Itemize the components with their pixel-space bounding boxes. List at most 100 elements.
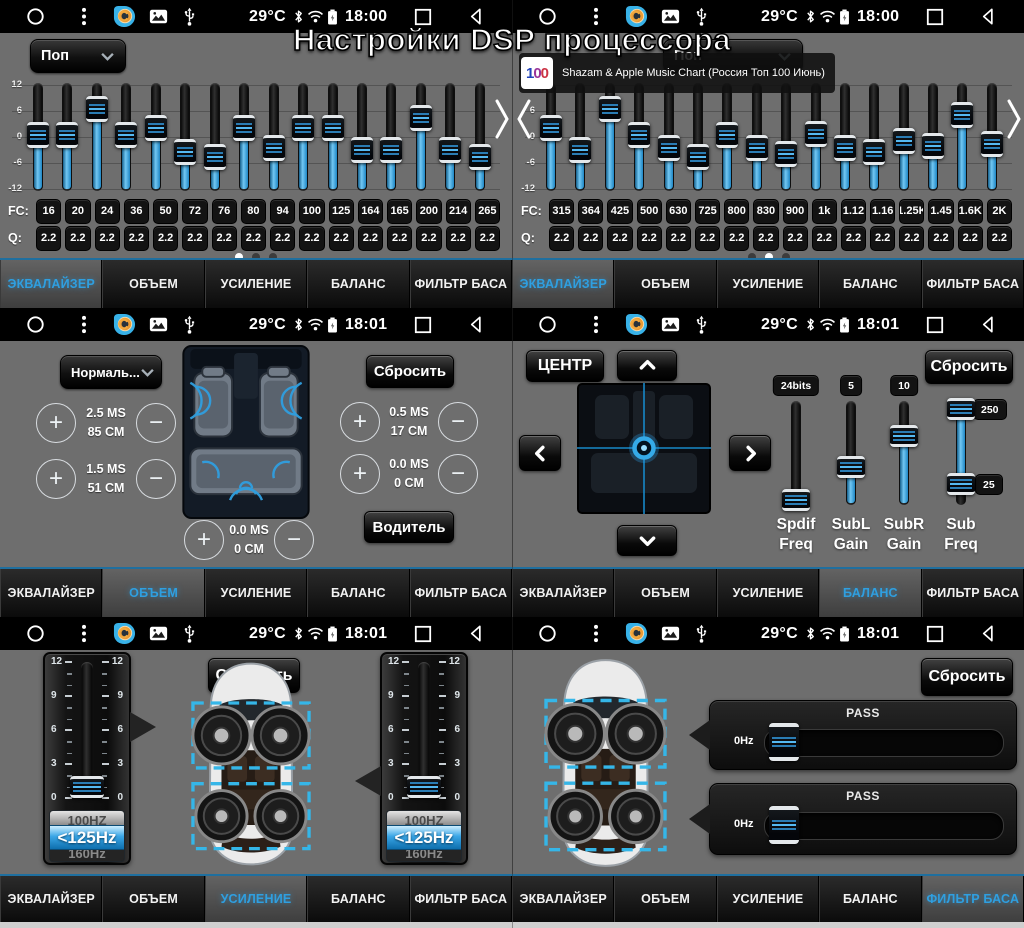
tab-bass-filter[interactable]: ФИЛЬТР БАСА — [922, 569, 1024, 617]
eq-band-handle[interactable] — [322, 115, 344, 141]
eq-band-handle[interactable] — [233, 115, 255, 141]
decrease-delay-button[interactable]: − — [438, 454, 478, 494]
eq-band-slider[interactable] — [26, 81, 50, 193]
menu-dots-button[interactable] — [81, 624, 87, 643]
app-logo-icon[interactable] — [113, 622, 136, 645]
menu-dots-button[interactable] — [81, 7, 87, 26]
filter-frequency-track[interactable] — [764, 812, 1004, 840]
eq-band-slider[interactable] — [55, 81, 79, 193]
eq-band-handle[interactable] — [569, 137, 591, 163]
eq-band-slider[interactable] — [950, 81, 974, 193]
tab-gain[interactable]: УСИЛЕНИЕ — [717, 260, 819, 308]
tab-equalizer[interactable]: ЭКВАЛАЙЗЕР — [512, 260, 614, 308]
tab-balance[interactable]: БАЛАНС — [819, 260, 921, 308]
back-button[interactable] — [979, 315, 998, 334]
fader-up-button[interactable] — [617, 350, 677, 381]
eq-band-handle[interactable] — [439, 137, 461, 163]
filter-frequency-handle[interactable] — [769, 806, 799, 844]
eq-band-slider[interactable] — [321, 81, 345, 193]
balance-position-map[interactable] — [577, 383, 711, 514]
tab-gain[interactable]: УСИЛЕНИЕ — [205, 260, 307, 308]
eq-band-slider[interactable] — [745, 81, 769, 193]
eq-band-handle[interactable] — [805, 121, 827, 147]
eq-band-handle[interactable] — [174, 139, 196, 165]
back-button[interactable] — [979, 7, 998, 26]
slider-handle[interactable] — [837, 456, 865, 478]
back-button[interactable] — [467, 7, 486, 26]
car-speaker-map[interactable] — [543, 656, 668, 870]
tab-balance[interactable]: БАЛАНС — [307, 260, 409, 308]
home-circle-button[interactable] — [26, 624, 45, 643]
recent-apps-button[interactable] — [926, 625, 944, 643]
tab-volume[interactable]: ОБЪЕМ — [102, 260, 204, 308]
eq-band-slider[interactable] — [291, 81, 315, 193]
reset-button[interactable]: Сбросить — [366, 355, 454, 388]
tab-equalizer[interactable]: ЭКВАЛАЙЗЕР — [512, 876, 614, 922]
increase-delay-button[interactable]: + — [184, 520, 224, 560]
home-circle-button[interactable] — [538, 7, 557, 26]
home-circle-button[interactable] — [26, 315, 45, 334]
preset-dropdown[interactable]: Поп — [30, 39, 126, 73]
tab-equalizer[interactable]: ЭКВАЛАЙЗЕР — [512, 569, 614, 617]
eq-band-slider[interactable] — [468, 81, 492, 193]
eq-band-slider[interactable] — [539, 81, 563, 193]
recent-apps-button[interactable] — [414, 625, 432, 643]
app-logo-icon[interactable] — [113, 5, 136, 28]
balance-left-button[interactable] — [519, 435, 561, 471]
eq-band-slider[interactable] — [438, 81, 462, 193]
increase-delay-button[interactable]: + — [36, 403, 76, 443]
app-logo-icon[interactable] — [625, 313, 648, 336]
tab-balance[interactable]: БАЛАНС — [819, 876, 921, 922]
filter-frequency-handle[interactable] — [769, 723, 799, 761]
app-logo-icon[interactable] — [625, 622, 648, 645]
eq-band-slider[interactable] — [598, 81, 622, 193]
tab-gain[interactable]: УСИЛЕНИЕ — [205, 876, 307, 922]
slider-handle[interactable] — [890, 425, 918, 447]
back-button[interactable] — [979, 624, 998, 643]
eq-band-handle[interactable] — [380, 137, 402, 163]
reset-button[interactable]: Сбросить — [921, 658, 1013, 696]
gain-slider-handle[interactable] — [407, 776, 441, 798]
tab-bass-filter[interactable]: ФИЛЬТР БАСА — [410, 569, 512, 617]
recent-apps-button[interactable] — [414, 8, 432, 26]
eq-band-handle[interactable] — [56, 122, 78, 148]
center-button[interactable]: ЦЕНТР — [526, 350, 604, 382]
gain-slider-handle[interactable] — [70, 776, 104, 798]
tab-volume[interactable]: ОБЪЕМ — [614, 569, 716, 617]
tab-bass-filter[interactable]: ФИЛЬТР БАСА — [410, 260, 512, 308]
eq-band-handle[interactable] — [775, 141, 797, 167]
tab-equalizer[interactable]: ЭКВАЛАЙЗЕР — [0, 569, 102, 617]
eq-band-slider[interactable] — [262, 81, 286, 193]
home-circle-button[interactable] — [538, 624, 557, 643]
eq-band-slider[interactable] — [804, 81, 828, 193]
eq-band-slider[interactable] — [715, 81, 739, 193]
eq-band-handle[interactable] — [834, 135, 856, 161]
tab-volume[interactable]: ОБЪЕМ — [614, 876, 716, 922]
eq-band-slider[interactable] — [85, 81, 109, 193]
eq-band-slider[interactable] — [833, 81, 857, 193]
home-circle-button[interactable] — [538, 315, 557, 334]
tab-balance[interactable]: БАЛАНС — [307, 876, 409, 922]
tab-gain[interactable]: УСИЛЕНИЕ — [717, 876, 819, 922]
app-logo-icon[interactable] — [113, 313, 136, 336]
tab-volume[interactable]: ОБЪЕМ — [614, 260, 716, 308]
eq-band-slider[interactable] — [203, 81, 227, 193]
eq-band-handle[interactable] — [981, 131, 1003, 157]
menu-dots-button[interactable] — [593, 624, 599, 643]
eq-band-slider[interactable] — [350, 81, 374, 193]
decrease-delay-button[interactable]: − — [438, 402, 478, 442]
eq-band-handle[interactable] — [469, 144, 491, 170]
back-button[interactable] — [467, 315, 486, 334]
tab-equalizer[interactable]: ЭКВАЛАЙЗЕР — [0, 876, 102, 922]
tab-bass-filter[interactable]: ФИЛЬТР БАСА — [410, 876, 512, 922]
eq-band-handle[interactable] — [922, 133, 944, 159]
tab-bass-filter[interactable]: ФИЛЬТР БАСА — [922, 260, 1024, 308]
eq-band-handle[interactable] — [716, 122, 738, 148]
eq-band-handle[interactable] — [628, 122, 650, 148]
eq-band-slider[interactable] — [409, 81, 433, 193]
eq-band-slider[interactable] — [568, 81, 592, 193]
tab-bass-filter[interactable]: ФИЛЬТР БАСА — [922, 876, 1024, 922]
tab-volume[interactable]: ОБЪЕМ — [102, 569, 204, 617]
crossover-frequency-picker[interactable]: 100HZ<125Hz160Hz — [49, 810, 125, 862]
eq-band-handle[interactable] — [27, 122, 49, 148]
